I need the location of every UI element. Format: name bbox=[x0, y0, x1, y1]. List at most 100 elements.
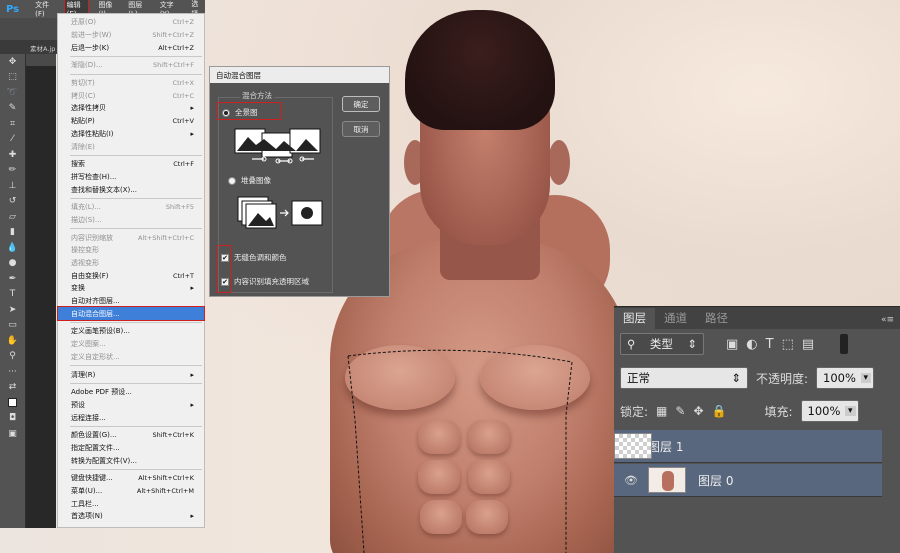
screen-mode-icon[interactable]: ▣ bbox=[0, 426, 25, 442]
edit-menu-item[interactable]: 颜色设置(G)... Shift+Ctrl+K bbox=[58, 429, 204, 442]
quick-select-tool-icon[interactable]: ✎ bbox=[0, 101, 25, 117]
edit-menu-item[interactable]: 选择性粘贴(I) ▸ bbox=[58, 128, 204, 141]
edit-menu-item[interactable]: 工具栏... bbox=[58, 497, 204, 510]
edit-menu-item[interactable]: 远程连接... bbox=[58, 411, 204, 424]
menu-item-label: 清除(E) bbox=[71, 142, 95, 151]
menu-item-label: 转换为配置文件(V)... bbox=[71, 456, 137, 465]
dialog-title: 自动混合图层 bbox=[210, 67, 389, 83]
cancel-button[interactable]: 取消 bbox=[342, 121, 380, 137]
menu-item-label: 透视变形 bbox=[71, 259, 99, 268]
edit-menu-item[interactable]: Adobe PDF 预设... bbox=[58, 386, 204, 399]
opacity-field[interactable]: 100% ▾ bbox=[816, 367, 875, 389]
checkbox-seamless-tones[interactable]: ✔ 无缝色调和颜色 bbox=[221, 252, 287, 263]
checkbox-content-aware-fill[interactable]: ✔ 内容识别填充透明区域 bbox=[221, 276, 309, 287]
visibility-eye-icon[interactable]: 👁 bbox=[614, 474, 648, 487]
edit-menu-item: 定义图案... bbox=[58, 338, 204, 351]
edit-menu-item[interactable]: 定义画笔预设(B)... bbox=[58, 325, 204, 338]
edit-menu-item[interactable]: 预设 ▸ bbox=[58, 399, 204, 412]
lock-pixels-icon[interactable]: ✎ bbox=[675, 404, 685, 418]
crop-tool-icon[interactable]: ⌗ bbox=[0, 116, 25, 132]
panel-menu-icon[interactable]: «≡ bbox=[875, 315, 900, 329]
radio-panorama[interactable]: 全景图 bbox=[222, 107, 258, 118]
clone-stamp-tool-icon[interactable]: ⊥ bbox=[0, 178, 25, 194]
fill-value[interactable]: 100% bbox=[808, 404, 841, 418]
swap-colors-icon[interactable]: ⇄ bbox=[0, 380, 25, 396]
edit-menu-item: 操控变形 bbox=[58, 244, 204, 257]
hand-tool-icon[interactable]: ✋ bbox=[0, 333, 25, 349]
pixel-filter-icon[interactable]: ▣ bbox=[726, 337, 738, 352]
color-swatches-icon[interactable] bbox=[0, 395, 25, 411]
shape-filter-icon[interactable]: ⬚ bbox=[782, 337, 794, 352]
quick-mask-icon[interactable]: ◘ bbox=[0, 411, 25, 427]
edit-menu-item[interactable]: 自动对齐图层... bbox=[58, 295, 204, 308]
pen-tool-icon[interactable]: ✒ bbox=[0, 271, 25, 287]
edit-menu-item[interactable]: 首选项(N) ▸ bbox=[58, 510, 204, 523]
edit-menu-item[interactable]: 转换为配置文件(V)... bbox=[58, 454, 204, 467]
lasso-tool-icon[interactable]: ➰ bbox=[0, 85, 25, 101]
layer-name[interactable]: 图层 1 bbox=[648, 438, 683, 455]
edit-menu-item[interactable]: 搜索 Ctrl+F bbox=[58, 158, 204, 171]
menu-item-label: 搜索 bbox=[71, 160, 85, 169]
edit-menu-item[interactable]: 自由变换(F) Ctrl+T bbox=[58, 269, 204, 282]
tab-paths[interactable]: 路径 bbox=[696, 308, 737, 329]
lock-all-icon[interactable]: 🔒 bbox=[712, 404, 727, 418]
edit-menu-item[interactable]: 查找和替换文本(X)... bbox=[58, 183, 204, 196]
tab-channels[interactable]: 通道 bbox=[655, 308, 696, 329]
edit-menu-item[interactable]: 菜单(U)... Alt+Shift+Ctrl+M bbox=[58, 485, 204, 498]
lock-transparent-icon[interactable]: ▦ bbox=[656, 404, 667, 418]
fill-field[interactable]: 100% ▾ bbox=[800, 400, 859, 422]
eraser-tool-icon[interactable]: ▱ bbox=[0, 209, 25, 225]
marquee-tool-icon[interactable]: ⬚ bbox=[0, 70, 25, 86]
edit-menu-item[interactable]: 指定配置文件... bbox=[58, 442, 204, 455]
radio-stack-images[interactable]: 堆叠图像 bbox=[228, 175, 271, 186]
edit-menu-item[interactable]: 粘贴(P) Ctrl+V bbox=[58, 115, 204, 128]
ok-button[interactable]: 确定 bbox=[342, 96, 380, 112]
layer-row-0[interactable]: 👁 图层 0 bbox=[614, 464, 882, 497]
edit-menu-item[interactable]: 选择性拷贝 ▸ bbox=[58, 102, 204, 115]
filter-toggle[interactable] bbox=[840, 334, 849, 354]
menu-item-label: 定义图案... bbox=[71, 340, 106, 349]
eyedropper-tool-icon[interactable]: ⁄ bbox=[0, 132, 25, 148]
layer-name[interactable]: 图层 0 bbox=[698, 472, 733, 489]
blur-tool-icon[interactable]: 💧 bbox=[0, 240, 25, 256]
edit-menu-item[interactable]: 变换 ▸ bbox=[58, 282, 204, 295]
history-brush-tool-icon[interactable]: ↺ bbox=[0, 194, 25, 210]
smart-object-filter-icon[interactable]: ▤ bbox=[802, 337, 814, 352]
menu-separator bbox=[70, 365, 202, 367]
healing-brush-tool-icon[interactable]: ✚ bbox=[0, 147, 25, 163]
type-tool-icon[interactable]: T bbox=[0, 287, 25, 303]
edit-menu-item[interactable]: 键盘快捷键... Alt+Shift+Ctrl+K bbox=[58, 472, 204, 485]
adjustment-filter-icon[interactable]: ◐ bbox=[746, 337, 757, 352]
edit-menu-item[interactable]: 拼写检查(H)... bbox=[58, 171, 204, 184]
menu-item-label: 内容识别缩放 bbox=[71, 233, 113, 242]
document-tab-label[interactable]: 素材A.jp bbox=[30, 45, 55, 53]
chevron-down-icon[interactable]: ▾ bbox=[844, 406, 856, 416]
gradient-tool-icon[interactable]: ▮ bbox=[0, 225, 25, 241]
menu-item-shortcut: Ctrl+V bbox=[172, 117, 194, 126]
edit-menu-item: 填充(L)... Shift+F5 bbox=[58, 201, 204, 214]
document-tab[interactable]: 素材A.jp bbox=[0, 40, 60, 54]
zoom-tool-icon[interactable]: ⚲ bbox=[0, 349, 25, 365]
blend-mode-select[interactable]: 正常 ⇕ bbox=[620, 367, 748, 389]
more-tools-icon[interactable]: ··· bbox=[0, 364, 25, 380]
edit-menu-item[interactable]: 自动混合图层... bbox=[57, 306, 205, 322]
tab-layers[interactable]: 图层 bbox=[614, 308, 655, 329]
type-filter-icon[interactable]: T bbox=[766, 337, 774, 352]
path-select-tool-icon[interactable]: ➤ bbox=[0, 302, 25, 318]
lock-position-icon[interactable]: ✥ bbox=[693, 404, 703, 418]
chevron-down-icon[interactable]: ▾ bbox=[860, 373, 872, 383]
dodge-tool-icon[interactable]: ● bbox=[0, 256, 25, 272]
menu-item-label: 选择性拷贝 bbox=[71, 104, 106, 113]
menu-file[interactable]: 文件(F) bbox=[33, 0, 57, 19]
filter-kind-select[interactable]: ⚲ 类型 ⇕ bbox=[620, 333, 704, 355]
menu-item-label: 查找和替换文本(X)... bbox=[71, 185, 137, 194]
move-tool-icon[interactable]: ✥ bbox=[0, 54, 25, 70]
opacity-value[interactable]: 100% bbox=[823, 371, 856, 385]
checkbox-seamless-label: 无缝色调和颜色 bbox=[234, 253, 287, 262]
edit-menu-item[interactable]: 清理(R) ▸ bbox=[58, 368, 204, 381]
edit-menu-item[interactable]: 后退一步(K) Alt+Ctrl+Z bbox=[58, 41, 204, 54]
layer-row-1[interactable]: 👁 图层 1 bbox=[614, 430, 882, 463]
shape-tool-icon[interactable]: ▭ bbox=[0, 318, 25, 334]
menu-item-shortcut: Alt+Shift+Ctrl+C bbox=[137, 233, 194, 242]
brush-tool-icon[interactable]: ✏ bbox=[0, 163, 25, 179]
